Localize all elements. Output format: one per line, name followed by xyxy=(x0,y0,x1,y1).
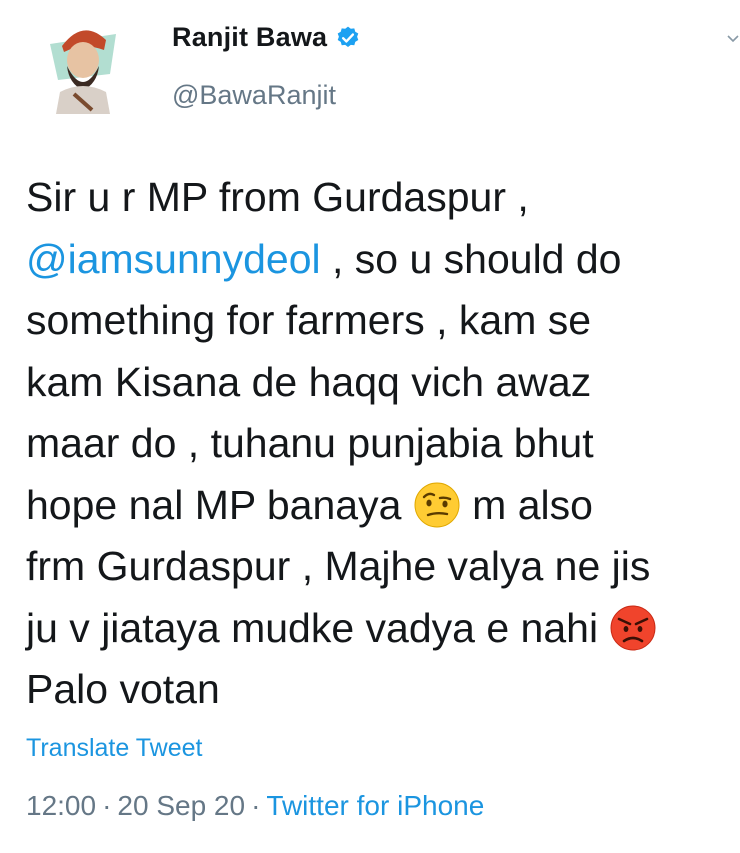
tweet-text: Sir u r MP from Gurdaspur , @iamsunnydeo… xyxy=(26,167,740,721)
separator: · xyxy=(102,790,112,821)
tweet-line: ju v jiataya mudke vadya e nahi xyxy=(26,598,740,660)
author-display-name[interactable]: Ranjit Bawa xyxy=(172,22,327,53)
tweet-line: kam Kisana de haqq vich awaz xyxy=(26,358,592,405)
mention-link[interactable]: @iamsunnydeol xyxy=(26,236,321,282)
tweet-line: maar do , tuhanu punjabia bhut xyxy=(26,420,594,466)
tweet-line: Sir u r MP from Gurdaspur , xyxy=(26,174,529,220)
translate-tweet-link[interactable]: Translate Tweet xyxy=(26,734,202,763)
angry-face-emoji-icon xyxy=(610,605,656,650)
tweet-line: frm Gurdaspur , Majhe valya ne jis xyxy=(26,543,651,589)
tweet-source-link[interactable]: Twitter for iPhone xyxy=(266,790,484,821)
author-name-row: Ranjit Bawa xyxy=(172,22,361,53)
verified-badge-icon xyxy=(337,26,359,47)
tweet-line: @iamsunnydeol , so u should do xyxy=(26,229,740,291)
author-handle[interactable]: @BawaRanjit xyxy=(172,80,336,111)
tweet-text-segment: , so u should do xyxy=(320,235,622,282)
tweet-text-segment: m also xyxy=(460,481,593,528)
tweet-line: something for farmers , kam se xyxy=(26,297,592,343)
tweet-time[interactable]: 12:00 xyxy=(26,790,96,821)
face-with-raised-eyebrow-emoji-icon xyxy=(414,482,460,527)
avatar[interactable] xyxy=(40,14,126,114)
tweet-header: Ranjit Bawa @BawaRanjit xyxy=(0,0,740,130)
tweet-line: Palo votan xyxy=(26,666,220,712)
tweet-metadata: 12:00 · 20 Sep 20 · Twitter for iPhone xyxy=(26,790,484,822)
chevron-down-icon[interactable] xyxy=(726,32,740,46)
tweet-line: hope nal MP banaya m also xyxy=(26,475,740,537)
tweet-date[interactable]: 20 Sep 20 xyxy=(117,790,245,821)
separator: · xyxy=(251,790,261,821)
tweet-text-segment: ju v jiataya mudke vadya e nahi xyxy=(26,604,610,651)
tweet-text-segment: hope nal MP banaya xyxy=(26,481,413,528)
